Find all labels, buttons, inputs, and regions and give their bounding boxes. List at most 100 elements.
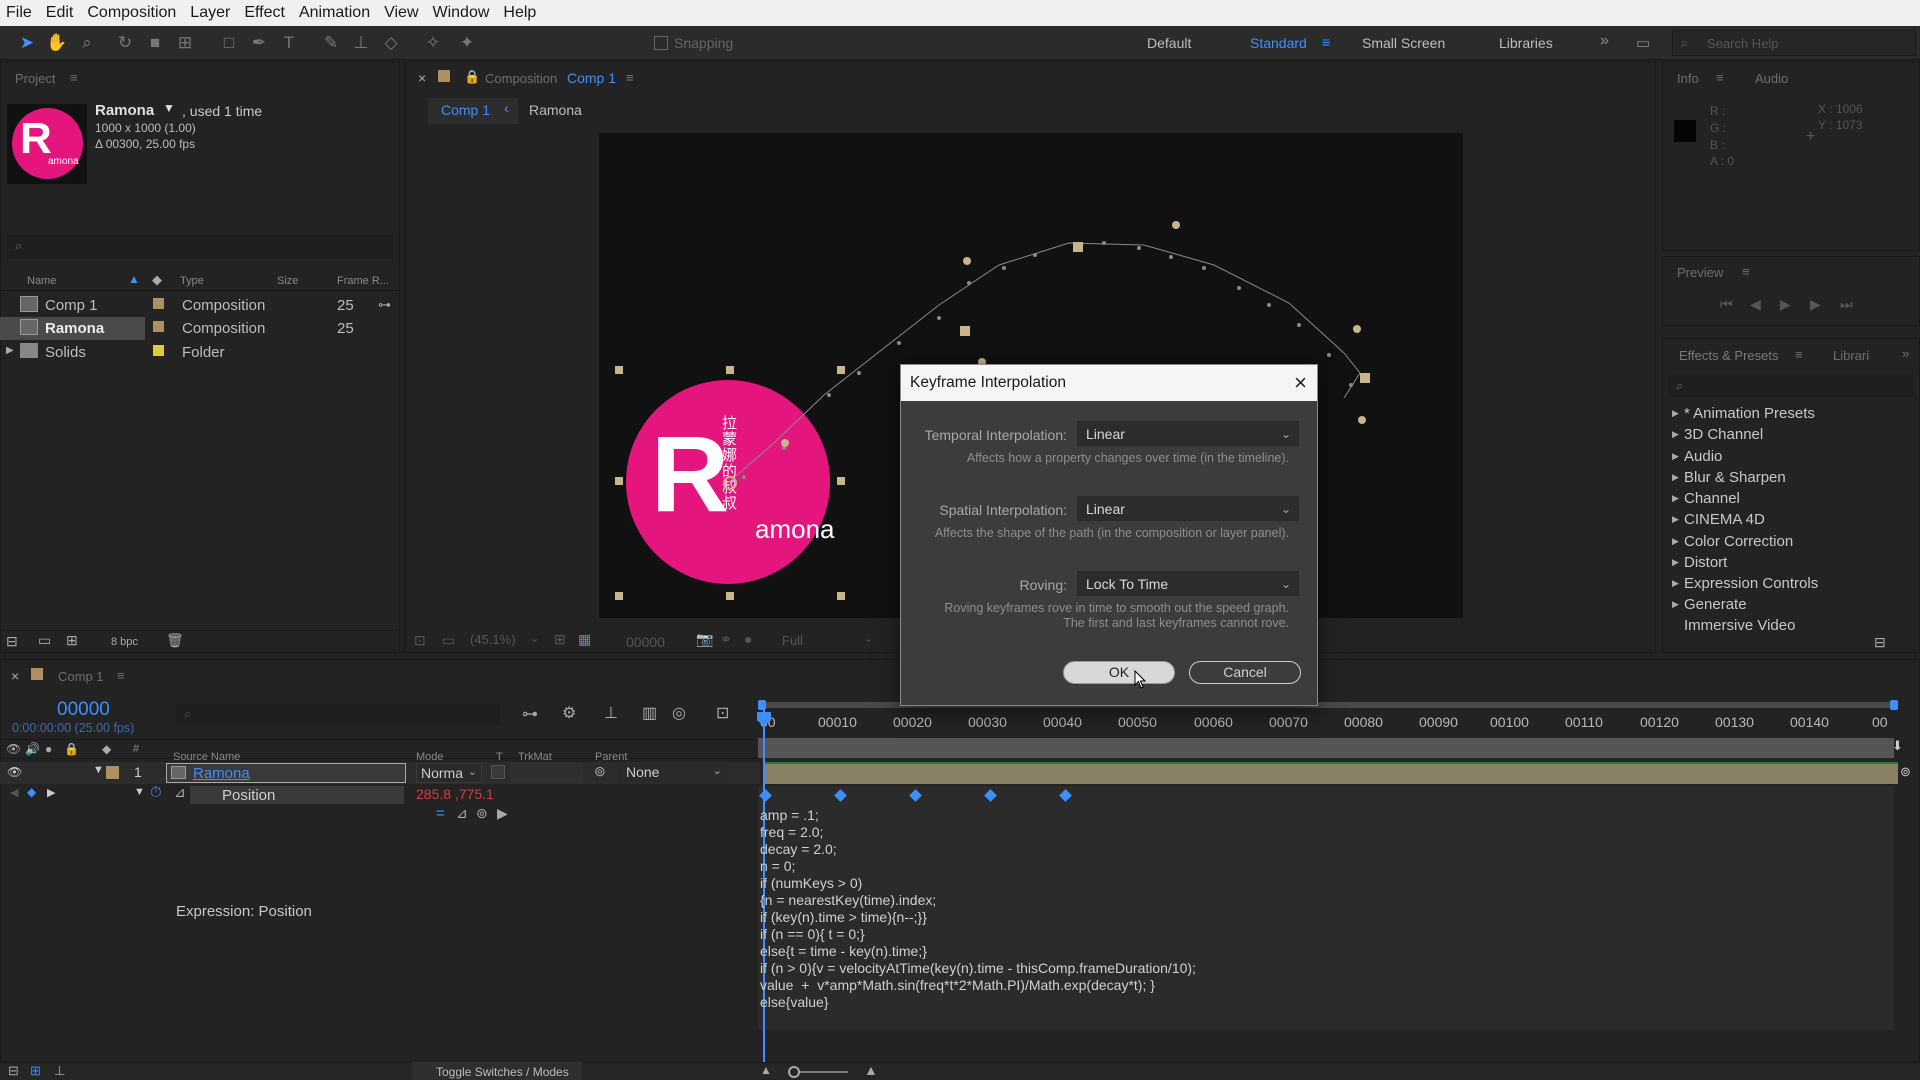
flowchart-icon[interactable]: ⊶ bbox=[378, 297, 391, 313]
transparency-grid-icon[interactable]: ▦ bbox=[578, 631, 591, 648]
panel-overflow-icon[interactable]: » bbox=[1902, 346, 1909, 361]
always-preview-icon[interactable]: ⊡ bbox=[414, 632, 426, 649]
effects-item[interactable]: Audio bbox=[1672, 448, 1722, 465]
workspace-standard[interactable]: Standard bbox=[1250, 35, 1307, 51]
zoom-slider-thumb[interactable] bbox=[788, 1066, 800, 1078]
menu-window[interactable]: Window bbox=[427, 4, 498, 22]
expression-line[interactable]: decay = 2.0; bbox=[760, 841, 837, 858]
effects-item[interactable]: Color Correction bbox=[1672, 533, 1793, 550]
audio-switch-icon[interactable]: 🔊 bbox=[25, 742, 40, 756]
roto-brush-tool-icon[interactable]: ✧ bbox=[422, 32, 444, 54]
project-row[interactable]: ▶ Solids Folder bbox=[0, 341, 400, 364]
timeline-tab[interactable]: Comp 1 bbox=[58, 669, 104, 684]
info-tab[interactable]: Info bbox=[1677, 71, 1699, 86]
project-row[interactable]: Ramona Composition 25 bbox=[0, 317, 400, 340]
project-row[interactable]: Comp 1 Composition 25 ⊶ bbox=[0, 294, 400, 317]
layer-bounding-handles[interactable] bbox=[615, 366, 845, 600]
layer-name-field[interactable]: Ramona bbox=[166, 763, 406, 783]
preview-tab[interactable]: Preview bbox=[1677, 265, 1723, 280]
expression-line[interactable]: else{t = time - key(n).time;} bbox=[760, 943, 927, 960]
draft-3d-icon[interactable]: ⚙ bbox=[562, 703, 576, 723]
workspace-overflow-icon[interactable]: » bbox=[1600, 32, 1609, 50]
solo-switch-icon[interactable]: ● bbox=[45, 742, 52, 756]
eraser-tool-icon[interactable]: ◇ bbox=[380, 32, 402, 54]
work-area-end-handle[interactable] bbox=[1890, 700, 1898, 710]
previous-keyframe-icon[interactable]: ◀ bbox=[10, 786, 18, 799]
trkmat-field[interactable] bbox=[509, 763, 583, 783]
channel-icon[interactable]: ● bbox=[744, 631, 752, 647]
preview-menu-icon[interactable]: ≡ bbox=[1742, 264, 1750, 279]
close-panel-icon[interactable]: × bbox=[418, 70, 426, 86]
menu-edit[interactable]: Edit bbox=[40, 4, 82, 22]
parent-pickwhip-icon[interactable]: ⊚ bbox=[594, 763, 606, 780]
frame-blending-icon[interactable]: ▥ bbox=[642, 703, 657, 723]
clone-stamp-tool-icon[interactable]: ⊥ bbox=[350, 32, 372, 54]
menu-help[interactable]: Help bbox=[497, 4, 544, 22]
lock-icon[interactable]: 🔒 bbox=[464, 69, 480, 85]
breadcrumb-comp1[interactable]: Comp 1 ‹ bbox=[428, 98, 518, 124]
zoom-out-icon[interactable]: ▲ bbox=[760, 1063, 772, 1077]
expression-line[interactable]: n = 0; bbox=[760, 858, 795, 875]
new-folder-icon[interactable]: ▭ bbox=[38, 632, 51, 649]
new-composition-icon[interactable]: ⊞ bbox=[66, 632, 78, 649]
type-tool-icon[interactable]: T bbox=[278, 32, 300, 54]
selection-tool-icon[interactable]: ➤ bbox=[16, 32, 38, 54]
effects-presets-tab[interactable]: Effects & Presets bbox=[1679, 348, 1778, 363]
menu-animation[interactable]: Animation bbox=[293, 4, 378, 22]
close-panel-icon[interactable]: × bbox=[11, 668, 19, 684]
panel-toggle-icon[interactable]: ▭ bbox=[1636, 34, 1650, 52]
bpc-label[interactable]: 8 bpc bbox=[111, 636, 138, 648]
motion-blur-icon[interactable]: ◎ bbox=[672, 703, 686, 723]
effects-item[interactable]: Immersive Video bbox=[1684, 617, 1795, 633]
timeline-search-input[interactable]: ⌕ bbox=[176, 704, 500, 726]
monitor-icon[interactable]: ▭ bbox=[442, 632, 455, 649]
zoom-dropdown[interactable]: (45.1%) bbox=[470, 632, 516, 647]
menu-composition[interactable]: Composition bbox=[81, 4, 184, 22]
spatial-interpolation-select[interactable]: Linear ⌄ bbox=[1077, 496, 1299, 521]
lock-switch-icon[interactable]: 🔒 bbox=[64, 742, 79, 756]
workspace-menu-icon[interactable]: ≡ bbox=[1322, 34, 1330, 50]
collapse-triangle-icon[interactable]: ▼ bbox=[93, 764, 104, 776]
comp-menu-icon[interactable]: ≡ bbox=[626, 70, 634, 85]
eye-icon[interactable]: 👁 bbox=[7, 765, 22, 779]
expression-line[interactable]: amp = .1; bbox=[760, 807, 819, 824]
composition-name[interactable]: Comp 1 bbox=[567, 70, 616, 86]
temporal-interpolation-select[interactable]: Linear ⌄ bbox=[1077, 421, 1299, 446]
effects-menu-icon[interactable]: ≡ bbox=[1795, 347, 1803, 362]
expression-line[interactable]: else{value} bbox=[760, 994, 829, 1011]
expression-line[interactable]: {n = nearestKey(time).index; bbox=[760, 892, 936, 909]
effects-item[interactable]: CINEMA 4D bbox=[1672, 511, 1765, 528]
snapshot-icon[interactable]: 📷 bbox=[696, 631, 713, 648]
label-tag-icon[interactable]: ◆ bbox=[102, 742, 111, 756]
pan-behind-tool-icon[interactable]: ⊞ bbox=[174, 32, 196, 54]
position-value[interactable]: 285.8 ,775.1 bbox=[416, 786, 494, 802]
camera-tool-icon[interactable]: ■ bbox=[144, 32, 166, 54]
ok-button[interactable]: OK bbox=[1063, 661, 1175, 684]
timeline-menu-icon[interactable]: ≡ bbox=[117, 668, 125, 683]
stopwatch-icon[interactable]: ⏱ bbox=[150, 784, 162, 801]
effects-item[interactable]: Channel bbox=[1672, 490, 1740, 507]
project-menu-icon[interactable]: ≡ bbox=[70, 70, 78, 85]
next-keyframe-icon[interactable]: ▶ bbox=[47, 786, 55, 799]
new-effect-icon[interactable]: ⊟ bbox=[1874, 634, 1886, 651]
pen-tool-icon[interactable]: ✒ bbox=[248, 32, 270, 54]
info-menu-icon[interactable]: ≡ bbox=[1716, 70, 1724, 85]
label-tag-icon[interactable]: ◆ bbox=[152, 272, 162, 288]
roving-select[interactable]: Lock To Time ⌄ bbox=[1077, 571, 1299, 596]
expression-pickwhip-icon[interactable]: ⊚ bbox=[476, 805, 488, 822]
expand-triangle-icon[interactable]: ▶ bbox=[6, 345, 14, 356]
safe-margins-icon[interactable]: ⊞ bbox=[554, 631, 566, 648]
project-tab[interactable]: Project bbox=[15, 71, 55, 86]
layer-duration-bar[interactable] bbox=[764, 762, 1898, 784]
sort-ascending-icon[interactable]: ▲ bbox=[128, 272, 140, 286]
expression-line[interactable]: value + v*amp*Math.sin(freq*t*2*Math.PI)… bbox=[760, 977, 1155, 994]
col-name[interactable]: Name bbox=[27, 275, 56, 287]
in-out-panel-icon[interactable]: ⊥ bbox=[54, 1063, 65, 1079]
composition-mini-flowchart-icon[interactable]: ⊶ bbox=[522, 704, 538, 724]
expression-language-menu-icon[interactable]: ▶ bbox=[497, 805, 508, 822]
interpret-footage-icon[interactable]: ⊟ bbox=[6, 633, 18, 650]
expression-line[interactable]: if (n == 0){ t = 0;} bbox=[760, 926, 865, 943]
layer-mode-select[interactable]: Norma ⌄ bbox=[416, 763, 482, 783]
property-name-field[interactable]: Position bbox=[190, 786, 404, 804]
resolution-dropdown[interactable]: Full bbox=[782, 633, 803, 648]
